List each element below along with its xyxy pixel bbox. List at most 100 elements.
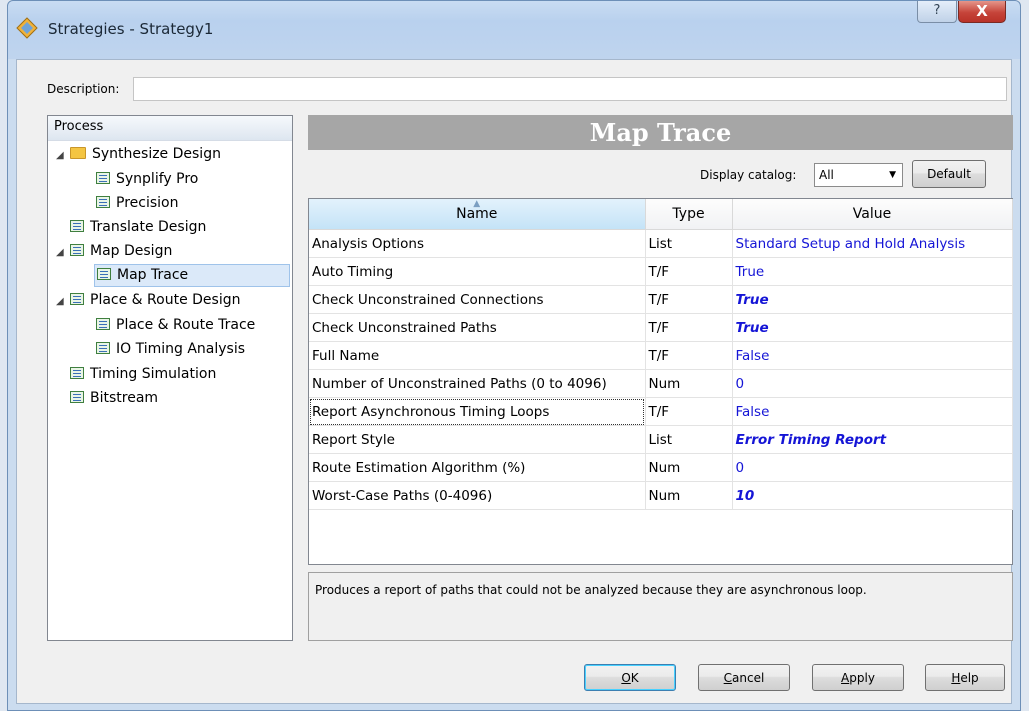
table-row[interactable]: Report Asynchronous Timing Loops T/F Fal… [309,397,1013,426]
table-row[interactable]: Auto Timing T/F True [309,257,1013,286]
row-type: T/F [645,397,733,426]
table-row[interactable]: Check Unconstrained Paths T/F True [309,313,1013,342]
help-mnemonic: H [951,670,961,685]
row-value[interactable]: True [732,257,1013,286]
description-label: Description: [47,82,120,96]
row-name: Check Unconstrained Connections [309,285,646,314]
tree-item-label: Map Design [90,243,173,259]
row-name: Full Name [309,341,646,370]
ok-mnemonic: O [621,670,631,685]
app-icon [16,17,38,39]
table-row[interactable]: Number of Unconstrained Paths (0 to 4096… [309,369,1013,398]
row-type: List [645,229,733,258]
row-value[interactable]: 10 [732,481,1013,510]
row-type: T/F [645,313,733,342]
row-value[interactable]: True [732,313,1013,342]
column-header-name[interactable]: ▲ Name [309,199,646,230]
task-icon [97,268,111,280]
task-icon [70,220,84,232]
row-value[interactable]: False [732,397,1013,426]
title-bar[interactable]: Strategies - Strategy1 ? X [8,1,1020,59]
description-input[interactable] [133,77,1007,101]
tree-item-label: IO Timing Analysis [116,341,246,357]
tree-item-label: Synplify Pro [116,171,199,187]
cancel-mnemonic: C [723,670,733,685]
strategies-window: Strategies - Strategy1 ? X Description: … [7,0,1021,711]
tree-item-label: Synthesize Design [92,146,221,162]
tree-item-label: Timing Simulation [90,366,217,382]
task-icon [70,293,84,305]
row-name: Route Estimation Algorithm (%) [309,453,646,482]
task-icon [96,342,110,354]
row-type: Num [645,369,733,398]
display-catalog-select[interactable]: All ▼ [814,163,903,187]
table-row[interactable]: Route Estimation Algorithm (%) Num 0 [309,453,1013,482]
chevron-down-icon: ▼ [889,170,896,180]
cancel-button[interactable]: Cancel [698,664,790,691]
expand-triangle-icon[interactable]: ◢ [56,145,70,167]
table-row[interactable]: Check Unconstrained Connections T/F True [309,285,1013,314]
tree-item-label: Translate Design [90,219,207,235]
display-catalog-value: All [819,168,834,182]
row-name: Auto Timing [309,257,646,286]
row-name: Worst-Case Paths (0-4096) [309,481,646,510]
cancel-label: ancel [732,670,765,685]
tree-item-label: Bitstream [90,390,159,406]
row-name: Report Asynchronous Timing Loops [309,397,646,426]
sort-ascending-icon: ▲ [473,199,481,209]
apply-label: pply [849,670,875,685]
ok-label: K [630,670,639,685]
row-type: Num [645,453,733,482]
tree-item-label: Place & Route Design [90,292,241,308]
row-value[interactable]: Error Timing Report [732,425,1013,454]
task-icon [96,318,110,330]
task-icon [96,196,110,208]
tree-item-label: Precision [116,195,179,211]
task-icon [70,367,84,379]
row-name: Number of Unconstrained Paths (0 to 4096… [309,369,646,398]
help-label: elp [960,670,979,685]
tree-item-timing-simulation[interactable]: Timing Simulation [70,363,216,386]
table-row[interactable]: Report Style List Error Timing Report [309,425,1013,454]
table-row[interactable]: Full Name T/F False [309,341,1013,370]
row-type: List [645,425,733,454]
row-value[interactable]: Standard Setup and Hold Analysis [732,229,1013,258]
table-row[interactable]: Worst-Case Paths (0-4096) Num 10 [309,481,1013,510]
row-type: Num [645,481,733,510]
tree-item-map-trace[interactable]: Map Trace [94,264,290,287]
tree-item-map-design[interactable]: ◢ Map Design [56,240,172,263]
help-button[interactable]: Help [925,664,1005,691]
tree-item-precision[interactable]: Precision [96,192,178,215]
properties-grid: ▲ Name Type Value Analysis Options List S… [308,198,1013,565]
tree-item-bitstream[interactable]: Bitstream [70,387,158,410]
apply-button[interactable]: Apply [812,664,904,691]
table-header-row: ▲ Name Type Value [309,199,1013,230]
tree-item-synthesize-design[interactable]: ◢ Synthesize Design [56,143,221,166]
table-row[interactable]: Analysis Options List Standard Setup and… [309,229,1013,258]
property-description: Produces a report of paths that could no… [308,572,1013,641]
column-header-value[interactable]: Value [732,199,1013,230]
row-name: Report Style [309,425,646,454]
tree-item-place-route-trace[interactable]: Place & Route Trace [96,314,255,337]
expand-triangle-icon[interactable]: ◢ [56,242,70,264]
row-value[interactable]: True [732,285,1013,314]
folder-icon [70,147,86,159]
ok-button[interactable]: OK [584,664,676,691]
help-icon[interactable]: ? [917,1,957,23]
column-header-type[interactable]: Type [645,199,733,230]
row-value[interactable]: 0 [732,453,1013,482]
tree-item-label: Place & Route Trace [116,317,256,333]
default-button[interactable]: Default [912,160,986,188]
tree-item-label: Map Trace [117,267,189,283]
properties-table: ▲ Name Type Value Analysis Options List S… [309,199,1013,510]
close-icon[interactable]: X [958,1,1006,23]
row-value[interactable]: False [732,341,1013,370]
row-name: Analysis Options [309,229,646,258]
window-title: Strategies - Strategy1 [48,20,214,38]
expand-triangle-icon[interactable]: ◢ [56,291,70,313]
tree-item-synplify-pro[interactable]: Synplify Pro [96,168,198,191]
tree-item-place-route-design[interactable]: ◢ Place & Route Design [56,289,240,312]
tree-item-translate-design[interactable]: Translate Design [70,216,206,239]
tree-item-io-timing-analysis[interactable]: IO Timing Analysis [96,338,245,361]
row-value[interactable]: 0 [732,369,1013,398]
